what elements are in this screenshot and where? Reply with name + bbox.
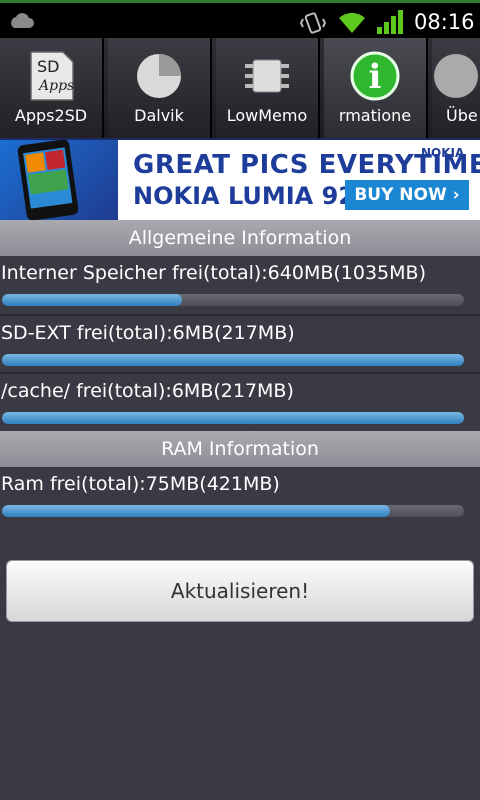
info-row-internal-storage: Interner Speicher frei(total):640MB(1035… bbox=[0, 256, 480, 314]
progress-bar bbox=[2, 505, 464, 517]
info-row-cache: /cache/ frei(total):6MB(217MB) bbox=[0, 372, 480, 430]
ad-brand: NOKIA bbox=[421, 146, 465, 160]
svg-text:Apps: Apps bbox=[37, 78, 74, 94]
info-text: Interner Speicher frei(total):640MB(1035… bbox=[1, 262, 426, 284]
progress-fill bbox=[2, 354, 464, 366]
cloud-icon bbox=[11, 13, 34, 28]
info-icon: i bbox=[350, 51, 400, 101]
status-bar: 08:16 bbox=[0, 0, 480, 38]
partial-tab-icon bbox=[434, 54, 478, 98]
progress-bar bbox=[2, 294, 464, 306]
svg-text:SD: SD bbox=[37, 57, 59, 76]
pie-chart-icon bbox=[137, 54, 181, 98]
tab-apps2sd[interactable]: SD Apps Apps2SD bbox=[0, 38, 104, 138]
info-row-sd-ext: SD-EXT frei(total):6MB(217MB) bbox=[0, 314, 480, 372]
tab-label: Dalvik bbox=[134, 106, 184, 125]
signal-icon bbox=[377, 10, 403, 34]
sd-apps-icon: SD Apps bbox=[30, 51, 74, 101]
svg-text:i: i bbox=[369, 57, 382, 97]
progress-bar bbox=[2, 412, 464, 424]
ad-graphic bbox=[0, 140, 118, 220]
section-header-ram: RAM Information bbox=[0, 431, 480, 467]
clock: 08:16 bbox=[414, 10, 475, 34]
tab-informationen[interactable]: i rmatione bbox=[324, 38, 428, 138]
tab-ueber[interactable]: Übe bbox=[432, 38, 480, 138]
wifi-icon bbox=[339, 12, 365, 33]
vibrate-icon bbox=[300, 12, 326, 34]
refresh-button[interactable]: Aktualisieren! bbox=[6, 560, 474, 622]
tab-lowmemory[interactable]: LowMemo bbox=[216, 38, 320, 138]
info-text: Ram frei(total):75MB(421MB) bbox=[1, 473, 280, 495]
info-text: SD-EXT frei(total):6MB(217MB) bbox=[1, 322, 295, 344]
progress-bar bbox=[2, 354, 464, 366]
tab-bar: SD Apps Apps2SD Dalvik LowMemo i rmation… bbox=[0, 38, 480, 138]
ad-banner[interactable]: GREAT PICS EVERYTIME NOKIA LUMIA 920 NOK… bbox=[0, 138, 480, 220]
ad-buy-now-button[interactable]: BUY NOW › bbox=[345, 180, 469, 210]
chip-icon bbox=[245, 59, 289, 93]
info-text: /cache/ frei(total):6MB(217MB) bbox=[1, 380, 294, 402]
tab-label: Apps2SD bbox=[14, 106, 88, 125]
progress-fill bbox=[2, 294, 183, 306]
section-header-general: Allgemeine Information bbox=[0, 220, 480, 256]
phone-image bbox=[16, 140, 80, 220]
info-row-ram: Ram frei(total):75MB(421MB) bbox=[0, 467, 480, 525]
progress-fill bbox=[2, 505, 391, 517]
progress-fill bbox=[2, 412, 464, 424]
tab-label: rmatione bbox=[338, 106, 412, 125]
ad-subline: NOKIA LUMIA 920 bbox=[133, 182, 372, 210]
tab-dalvik[interactable]: Dalvik bbox=[108, 38, 212, 138]
tab-label: Übe bbox=[446, 106, 478, 125]
tab-label: LowMemo bbox=[226, 106, 308, 125]
